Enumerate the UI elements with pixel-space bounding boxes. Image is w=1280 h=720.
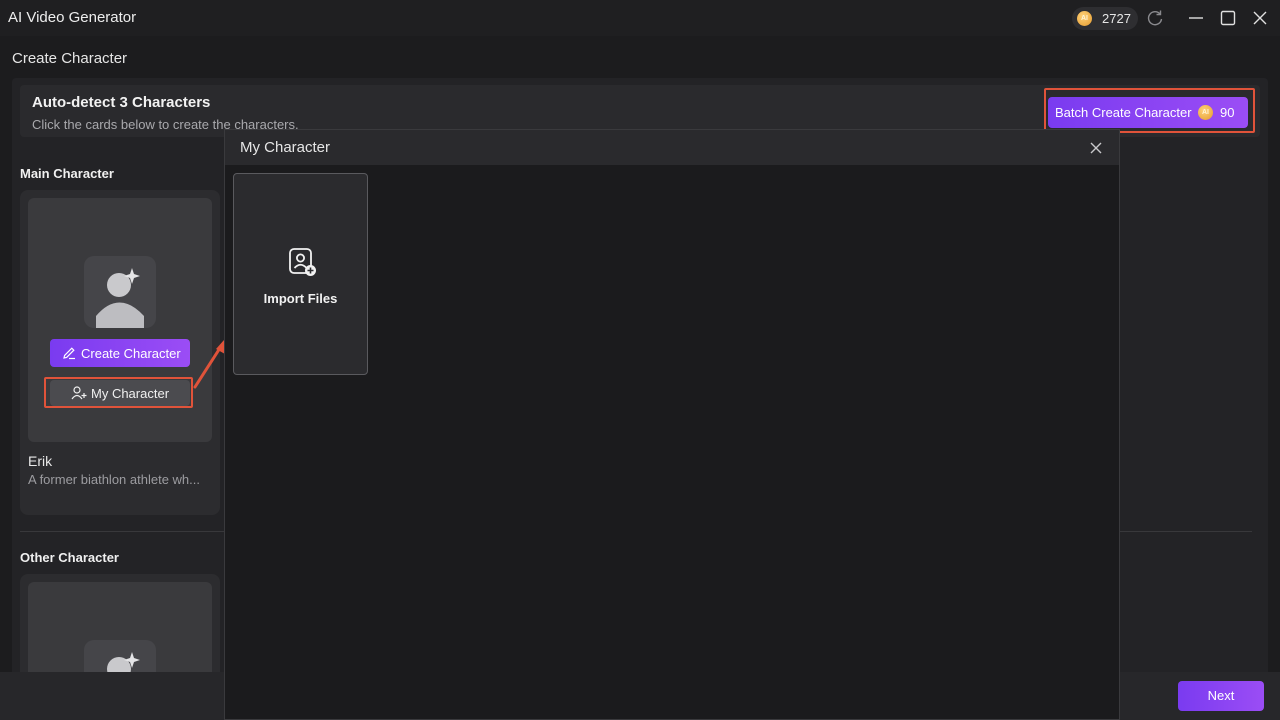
import-user-icon xyxy=(289,248,316,276)
other-character-card[interactable] xyxy=(20,574,220,712)
minimize-icon[interactable] xyxy=(1186,8,1206,28)
batch-create-label: Batch Create Character xyxy=(1055,105,1192,120)
batch-create-character-button[interactable]: Batch Create Character AI 90 xyxy=(1048,97,1248,128)
coin-icon: AI xyxy=(1198,105,1213,120)
dialog-header: My Character xyxy=(225,130,1119,165)
my-character-label: My Character xyxy=(91,386,170,401)
character-name: Erik xyxy=(28,453,53,469)
coin-icon: AI xyxy=(1077,11,1092,26)
next-button[interactable]: Next xyxy=(1178,681,1264,711)
character-avatar-icon xyxy=(84,256,156,328)
other-character-heading: Other Character xyxy=(20,550,119,565)
refresh-icon[interactable] xyxy=(1145,8,1165,28)
character-description: A former biathlon athlete wh... xyxy=(28,472,200,487)
import-files-label: Import Files xyxy=(263,291,338,306)
pencil-icon xyxy=(63,347,75,360)
my-character-button[interactable]: My Character xyxy=(50,380,190,406)
main-character-heading: Main Character xyxy=(20,166,114,181)
credits-count: 2727 xyxy=(1102,11,1131,26)
close-icon[interactable] xyxy=(1087,139,1105,157)
create-character-label: Create Character xyxy=(81,346,181,361)
dialog-title: My Character xyxy=(240,139,331,156)
close-window-icon[interactable] xyxy=(1250,8,1270,28)
auto-detect-title: Auto-detect 3 Characters xyxy=(32,94,211,111)
app-title: AI Video Generator xyxy=(8,9,137,26)
add-user-icon xyxy=(71,386,87,400)
maximize-icon[interactable] xyxy=(1218,8,1238,28)
page-title: Create Character xyxy=(12,50,128,67)
batch-cost: 90 xyxy=(1220,105,1235,120)
credits-badge[interactable]: AI 2727 xyxy=(1072,7,1138,30)
create-character-button[interactable]: Create Character xyxy=(50,339,190,367)
my-character-dialog: My Character Import Files xyxy=(224,129,1120,720)
title-bar: AI Video Generator AI 2727 xyxy=(0,0,1280,36)
import-files-card[interactable]: Import Files xyxy=(233,173,368,375)
